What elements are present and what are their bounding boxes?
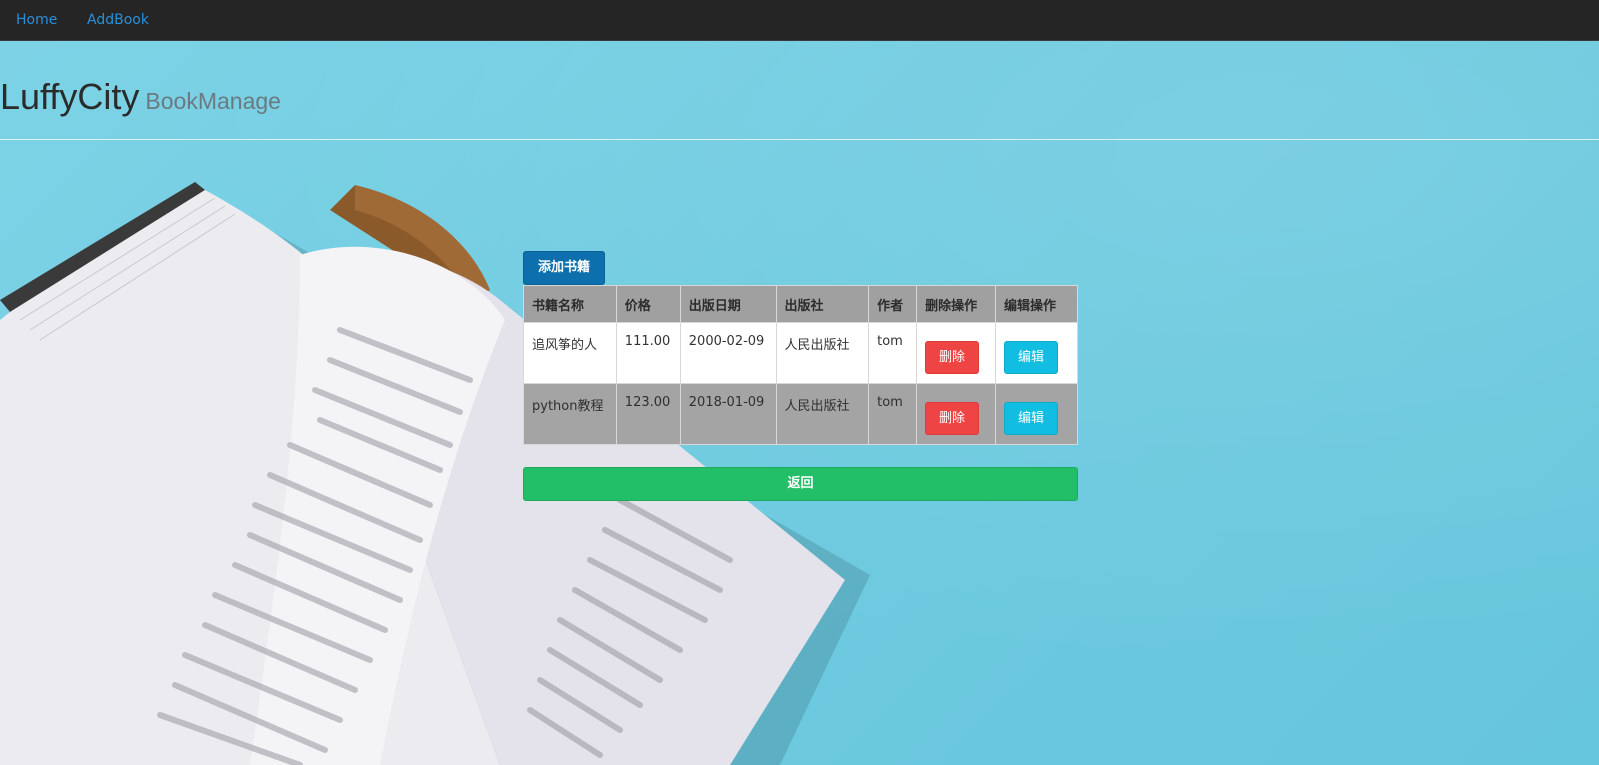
column-header-title: 书籍名称 bbox=[523, 285, 617, 323]
back-button[interactable]: 返回 bbox=[523, 467, 1078, 501]
column-header-delete: 删除操作 bbox=[916, 285, 996, 323]
navbar: Home AddBook bbox=[0, 0, 1599, 41]
nav-link-home[interactable]: Home bbox=[16, 0, 57, 40]
cell-price: 123.00 bbox=[615, 383, 681, 445]
cell-author: tom bbox=[868, 383, 918, 445]
column-header-price: 价格 bbox=[615, 285, 681, 323]
table-header-row: 书籍名称 价格 出版日期 出版社 作者 删除操作 编辑操作 bbox=[523, 285, 1078, 323]
cell-date: 2000-02-09 bbox=[679, 322, 777, 384]
cell-author: tom bbox=[868, 322, 918, 384]
cell-date: 2018-01-09 bbox=[679, 383, 777, 445]
cell-title: 追风筝的人 bbox=[523, 322, 617, 384]
table-row: python教程 123.00 2018-01-09 人民出版社 tom 删除 … bbox=[523, 383, 1078, 445]
page-subtitle: BookManage bbox=[145, 88, 281, 114]
header-divider bbox=[0, 139, 1599, 140]
nav-link-addbook[interactable]: AddBook bbox=[87, 0, 149, 40]
cell-title: python教程 bbox=[523, 383, 617, 445]
column-header-date: 出版日期 bbox=[679, 285, 777, 323]
edit-button[interactable]: 编辑 bbox=[1004, 341, 1058, 374]
edit-button[interactable]: 编辑 bbox=[1004, 402, 1058, 435]
column-header-author: 作者 bbox=[868, 285, 918, 323]
cell-publisher: 人民出版社 bbox=[775, 383, 870, 445]
page-header: LuffyCity BookManage bbox=[0, 76, 281, 118]
add-book-button[interactable]: 添加书籍 bbox=[523, 251, 605, 285]
cell-edit: 编辑 bbox=[995, 383, 1078, 445]
cell-delete: 删除 bbox=[916, 322, 996, 384]
column-header-publisher: 出版社 bbox=[775, 285, 870, 323]
column-header-edit: 编辑操作 bbox=[995, 285, 1078, 323]
cell-delete: 删除 bbox=[916, 383, 996, 445]
book-table: 书籍名称 价格 出版日期 出版社 作者 删除操作 编辑操作 追风筝的人 111.… bbox=[523, 285, 1078, 445]
cell-price: 111.00 bbox=[615, 322, 681, 384]
page-title: LuffyCity bbox=[0, 76, 140, 117]
table-row: 追风筝的人 111.00 2000-02-09 人民出版社 tom 删除 编辑 bbox=[523, 322, 1078, 384]
cell-edit: 编辑 bbox=[995, 322, 1078, 384]
delete-button[interactable]: 删除 bbox=[925, 402, 980, 435]
delete-button[interactable]: 删除 bbox=[925, 341, 980, 374]
cell-publisher: 人民出版社 bbox=[775, 322, 870, 384]
